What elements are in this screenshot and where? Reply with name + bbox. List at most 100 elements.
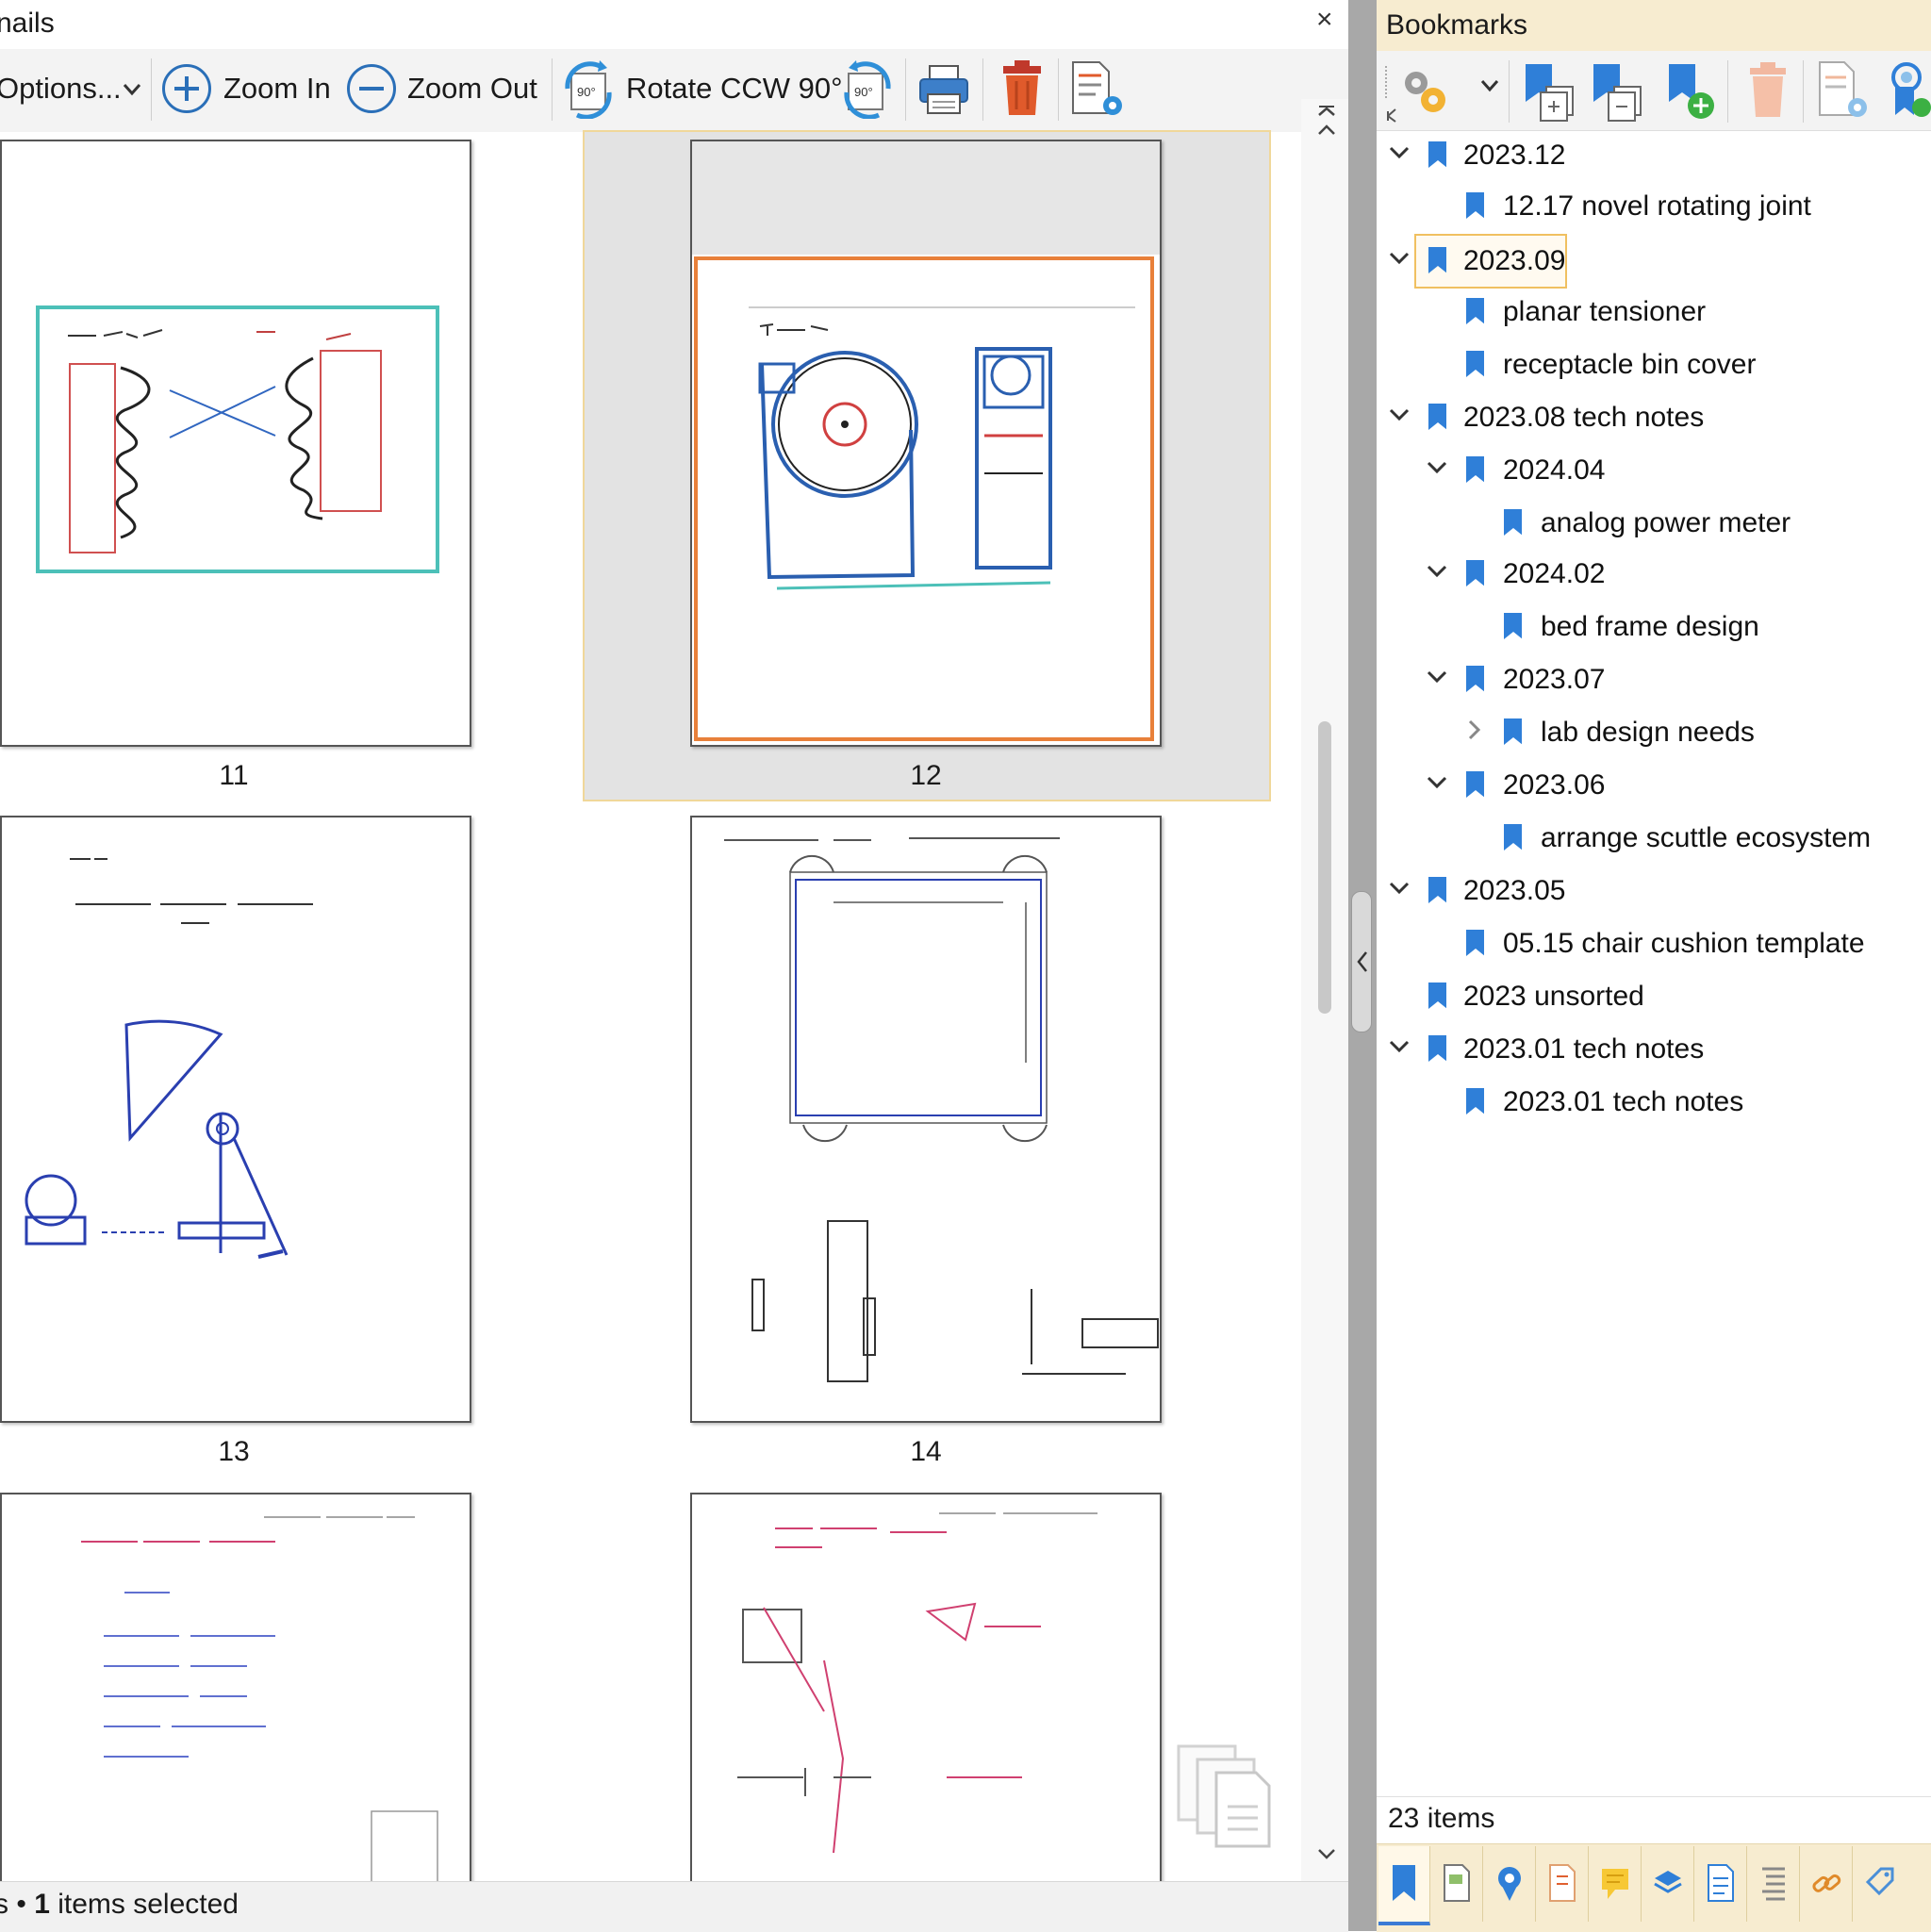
bookmarks-tab-icon[interactable] <box>1378 1846 1430 1925</box>
expand-chevron-icon[interactable] <box>1426 775 1448 790</box>
bookmark-item[interactable]: 2023.06 <box>1377 760 1931 809</box>
expand-chevron-icon[interactable] <box>1388 881 1411 896</box>
rotate-ccw-icon[interactable]: 90° <box>562 60 619 119</box>
find-bookmark-icon[interactable] <box>1886 58 1931 124</box>
rotate-ccw-button[interactable]: Rotate CCW 90° <box>626 72 842 106</box>
bookmark-icon <box>1428 247 1446 273</box>
bookmark-label: 2023 unsorted <box>1463 981 1644 1012</box>
scrollbar-thumb[interactable] <box>1318 721 1331 1014</box>
bookmark-icon <box>1466 456 1484 483</box>
zoom-in-button[interactable]: Zoom In <box>223 72 331 106</box>
zoom-out-button[interactable]: Zoom Out <box>407 72 537 106</box>
structure-tab-icon[interactable] <box>1748 1846 1800 1922</box>
bookmark-item[interactable]: 2023.05 <box>1377 866 1931 915</box>
thumbnails-toolbar: Options... Zoom In Zoom Out 90° Rotate C… <box>0 49 1348 133</box>
bookmark-item[interactable]: 2024.04 <box>1377 445 1931 494</box>
links-tab-icon[interactable] <box>1801 1846 1853 1922</box>
bookmark-item[interactable]: 2024.02 <box>1377 549 1931 598</box>
bookmark-item[interactable]: 2023.12 <box>1377 130 1931 179</box>
options-button[interactable]: Options... <box>0 72 122 106</box>
multi-page-view-icon[interactable] <box>1175 1741 1280 1850</box>
bookmark-icon <box>1466 351 1484 377</box>
bookmark-icon <box>1428 1035 1446 1062</box>
page-number: 12 <box>910 760 942 791</box>
expand-chevron-icon[interactable] <box>1426 564 1448 579</box>
bookmark-label: 2023.01 tech notes <box>1463 1033 1705 1065</box>
bookmark-icon <box>1428 983 1446 1009</box>
bookmark-label: arrange scuttle ecosystem <box>1541 822 1872 853</box>
bookmark-icon <box>1428 404 1446 430</box>
page-thumbnail[interactable] <box>690 816 1162 1423</box>
bookmark-item[interactable]: analog power meter <box>1377 498 1931 547</box>
bookmark-item[interactable]: 2023.07 <box>1377 654 1931 703</box>
scroll-to-top-icon[interactable] <box>1316 106 1337 143</box>
bookmark-item[interactable]: planar tensioner <box>1377 287 1931 336</box>
rotate-cw-icon[interactable]: 90° <box>837 60 894 119</box>
zoom-in-icon[interactable] <box>162 64 211 113</box>
comments-tab-icon[interactable] <box>1590 1846 1642 1922</box>
document-tab-icon[interactable] <box>1695 1846 1747 1922</box>
expand-chevron-icon[interactable] <box>1426 460 1448 475</box>
selection-status: s • 1 items selected <box>0 1889 239 1920</box>
page-sketch <box>25 858 313 1259</box>
bookmark-item[interactable]: arrange scuttle ecosystem <box>1377 813 1931 862</box>
expand-chevron-icon[interactable] <box>1388 407 1411 422</box>
bookmark-properties-icon[interactable] <box>1814 58 1871 124</box>
page-thumbnail-selected[interactable] <box>690 140 1162 747</box>
bookmark-item[interactable]: 12.17 novel rotating joint <box>1377 181 1931 230</box>
page-thumbnail[interactable] <box>0 1493 471 1889</box>
bookmark-label: receptacle bin cover <box>1503 349 1757 380</box>
print-icon[interactable] <box>916 62 971 117</box>
bookmark-icon <box>1466 930 1484 956</box>
page-sketch <box>724 837 1159 1382</box>
collapse-left-icon[interactable] <box>1355 950 1370 973</box>
bookmark-label: 2023.12 <box>1463 140 1566 171</box>
zoom-out-icon[interactable] <box>347 64 396 113</box>
bookmark-item[interactable]: receptacle bin cover <box>1377 339 1931 388</box>
chevron-down-icon[interactable] <box>123 83 141 96</box>
expand-chevron-icon[interactable] <box>1388 145 1411 160</box>
bookmark-icon <box>1504 824 1522 850</box>
bookmark-item[interactable]: 05.15 chair cushion template <box>1377 918 1931 967</box>
settings-icon[interactable] <box>1382 62 1477 123</box>
bookmark-label: 2023.08 tech notes <box>1463 402 1705 433</box>
bookmark-item[interactable]: lab design needs <box>1377 707 1931 756</box>
layers-tab-icon[interactable] <box>1642 1846 1694 1922</box>
bookmark-item-selected[interactable]: 2023.09 <box>1377 236 1931 285</box>
page-thumbnail[interactable] <box>690 1493 1162 1889</box>
page-thumbnail[interactable] <box>0 816 471 1423</box>
scroll-down-icon[interactable] <box>1316 1846 1337 1863</box>
bookmark-item[interactable]: 2023.08 tech notes <box>1377 392 1931 441</box>
add-bookmark-icon[interactable] <box>1520 60 1576 123</box>
new-bookmark-icon[interactable] <box>1663 60 1720 123</box>
attachments-tab-icon[interactable] <box>1537 1846 1589 1922</box>
page-number: 14 <box>910 1436 942 1467</box>
bookmark-item[interactable]: 2023 unsorted <box>1377 971 1931 1020</box>
delete-bookmark-icon[interactable] <box>1744 60 1791 123</box>
delete-icon[interactable] <box>998 60 1047 119</box>
page-properties-icon[interactable] <box>1067 58 1128 121</box>
bookmark-label: 2024.04 <box>1503 454 1606 486</box>
tags-tab-icon[interactable] <box>1854 1846 1905 1922</box>
dropdown-icon[interactable] <box>1480 79 1499 92</box>
close-icon[interactable]: × <box>1316 4 1333 36</box>
bookmark-item[interactable]: bed frame design <box>1377 602 1931 651</box>
collapse-chevron-icon[interactable] <box>1467 718 1482 741</box>
expand-chevron-icon[interactable] <box>1388 251 1411 266</box>
destinations-tab-icon[interactable] <box>1484 1846 1536 1922</box>
bookmark-count: 23 items <box>1388 1803 1495 1834</box>
thumbnails-titlebar <box>0 0 1348 49</box>
bookmark-item[interactable]: 2023.01 tech notes <box>1377 1024 1931 1073</box>
expand-chevron-icon[interactable] <box>1426 669 1448 685</box>
page-sketch <box>36 305 439 573</box>
pages-tab-icon[interactable] <box>1431 1846 1483 1922</box>
panel-title: nails <box>0 8 55 39</box>
page-number: 13 <box>218 1436 250 1467</box>
bookmark-icon <box>1466 771 1484 798</box>
bookmark-icon <box>1466 298 1484 324</box>
bookmark-icon <box>1428 141 1446 168</box>
expand-chevron-icon[interactable] <box>1388 1039 1411 1054</box>
bookmark-item[interactable]: 2023.01 tech notes <box>1377 1077 1931 1126</box>
page-thumbnail[interactable] <box>0 140 471 747</box>
add-child-bookmark-icon[interactable] <box>1588 60 1644 123</box>
